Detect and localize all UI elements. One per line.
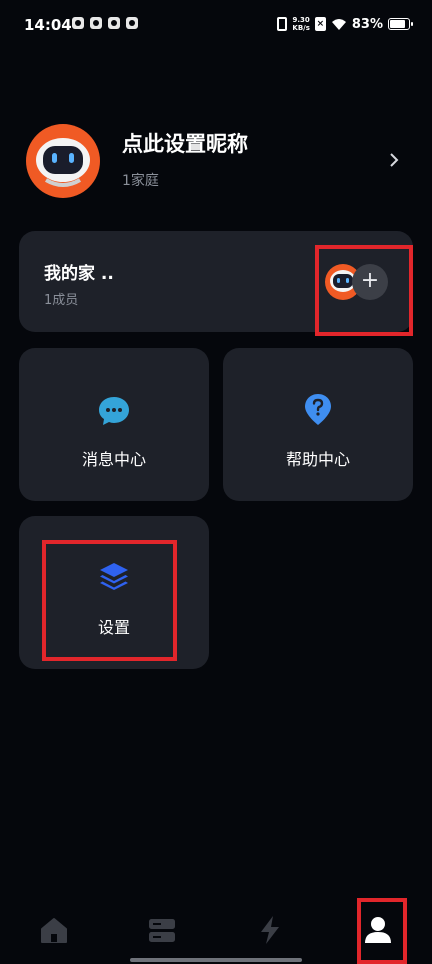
home-member-count: 1成员 xyxy=(44,293,79,308)
scene-icon[interactable] xyxy=(254,914,286,946)
highlight-settings xyxy=(42,540,177,661)
message-center-label: 消息中心 xyxy=(81,450,146,469)
home-icon[interactable] xyxy=(38,914,70,946)
network-speed: 9.30 KB/s xyxy=(292,16,309,32)
avatar[interactable] xyxy=(26,124,100,198)
profile-page: 14:04 9.30 KB/s × 83% 点此设置昵称 1家庭 我的家 .. … xyxy=(0,0,432,964)
vibrate-icon xyxy=(277,17,288,31)
highlight-profile-tab xyxy=(357,898,407,964)
battery-icon xyxy=(388,18,413,30)
notification-icons xyxy=(72,17,138,29)
home-name: 我的家 .. xyxy=(44,264,114,284)
status-time: 14:04 xyxy=(24,16,72,34)
highlight-add-member xyxy=(315,245,413,336)
help-center-tile[interactable]: 帮助中心 xyxy=(223,348,413,501)
message-center-tile[interactable]: 消息中心 xyxy=(19,348,209,501)
notification-app-icon xyxy=(108,17,120,29)
status-indicators: 9.30 KB/s × 83% xyxy=(277,16,413,32)
nickname[interactable]: 点此设置昵称 xyxy=(122,128,248,158)
status-bar: 14:04 9.30 KB/s × 83% xyxy=(0,0,432,52)
network-speed-unit: KB/s xyxy=(292,24,310,32)
home-indicator xyxy=(130,958,302,962)
notification-app-icon xyxy=(72,17,84,29)
battery-percent: 83% xyxy=(351,16,383,32)
message-icon xyxy=(99,397,129,425)
chevron-right-icon[interactable] xyxy=(388,152,400,168)
no-sim-icon: × xyxy=(314,17,326,31)
battery-fill xyxy=(390,20,405,28)
notification-app-icon xyxy=(126,17,138,29)
notification-app-icon xyxy=(90,17,102,29)
profile-header[interactable]: 点此设置昵称 1家庭 xyxy=(26,124,416,198)
help-icon xyxy=(305,394,331,425)
family-count: 1家庭 xyxy=(122,173,159,189)
help-center-label: 帮助中心 xyxy=(285,450,350,469)
devices-icon[interactable] xyxy=(146,914,178,946)
wifi-icon xyxy=(331,18,346,30)
network-speed-value: 9.30 xyxy=(292,16,310,24)
